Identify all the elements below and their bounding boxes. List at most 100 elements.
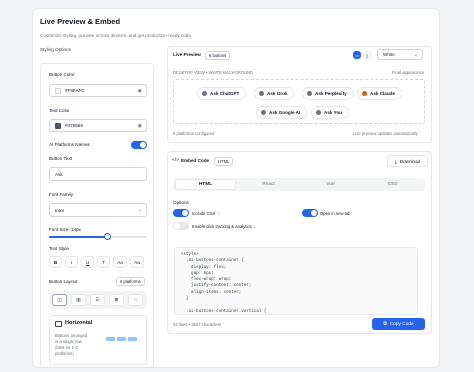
- button-layout-label: Button Layout: [49, 279, 78, 284]
- code-block[interactable]: <style> .ai-buttons-container { display:…: [174, 247, 418, 315]
- copy-code-label: Copy Code: [389, 321, 414, 327]
- page-subtitle: Customize styling, preview across device…: [40, 33, 193, 38]
- grid-icon[interactable]: ◫: [52, 294, 67, 306]
- ask-perplexity-label: Ask Perplexity: [315, 91, 347, 96]
- styling-section-title: Styling Options: [40, 47, 71, 52]
- grid-small-icon[interactable]: ⊞: [109, 294, 124, 306]
- open-new-tab-toggle[interactable]: [302, 209, 318, 217]
- view-label: DESKTOP VIEW • WHITE BACKGROUND: [173, 70, 254, 75]
- theme-select-value: White: [383, 52, 395, 57]
- button-color-value: #F8FAFC: [65, 88, 85, 93]
- embed-code-title: Embed Code: [181, 158, 210, 163]
- list-icon[interactable]: ☰: [90, 294, 105, 306]
- font-family-value: Inter: [55, 207, 65, 213]
- ask-google-ai-button[interactable]: Ask Google AI: [256, 106, 308, 119]
- layout-title: Horizontal: [65, 320, 93, 326]
- text-color-input[interactable]: #475569 ◉: [49, 119, 147, 132]
- ask-google-ai-label: Ask Google AI: [269, 110, 301, 115]
- chevron-down-icon: ⌄: [252, 224, 257, 229]
- info-icon: ⓘ: [216, 211, 221, 216]
- palette-icon[interactable]: ◉: [138, 123, 142, 129]
- font-size-slider-track[interactable]: [49, 233, 147, 240]
- copy-code-button[interactable]: ⧉ Copy Code: [372, 318, 425, 330]
- capitalize-button[interactable]: Aa: [130, 256, 144, 268]
- ask-claude-button[interactable]: Ask Claude: [357, 87, 403, 100]
- button-color-label: Button Color: [49, 72, 75, 77]
- text-style-label: Text Style: [49, 246, 69, 251]
- platforms-configured: 6 platforms configured: [173, 131, 215, 136]
- you-icon: [316, 110, 321, 115]
- ask-grok-label: Ask Grok: [267, 91, 288, 96]
- open-new-tab-label: Open in new tab: [320, 211, 351, 216]
- layout-platforms-badge: 6 platforms: [116, 277, 145, 286]
- page-title: Live Preview & Embed: [40, 17, 121, 26]
- include-css-toggle[interactable]: [173, 209, 189, 217]
- ask-perplexity-button[interactable]: Ask Perplexity: [302, 87, 354, 100]
- layout-horizontal-icon: [55, 321, 62, 327]
- font-size-slider-fill: [49, 236, 108, 238]
- italic-button[interactable]: I: [65, 256, 78, 268]
- code-brackets-icon: </>: [172, 158, 179, 163]
- embed-format-badge: HTML: [214, 157, 234, 166]
- layout-options: ◫ ▥ ☰ ⊞ ⁙: [49, 291, 147, 309]
- ask-chatgpt-button[interactable]: Ask ChatGPT: [197, 87, 247, 100]
- strikethrough-button[interactable]: T: [97, 256, 110, 268]
- button-text-label: Button Text: [49, 156, 72, 161]
- download-icon: ⤓: [394, 158, 397, 164]
- apps-icon[interactable]: ⁙: [128, 294, 143, 306]
- button-text-value: Ask: [55, 171, 63, 177]
- button-text-input[interactable]: Ask: [49, 167, 147, 181]
- font-family-select[interactable]: Inter ⌄: [49, 203, 147, 217]
- desktop-view-icon[interactable]: ▭: [353, 51, 361, 59]
- perplexity-icon: [307, 91, 312, 96]
- copy-icon: ⧉: [383, 322, 387, 327]
- layout-desc-line-4: platforms): [55, 351, 74, 356]
- button-color-input[interactable]: #F8FAFC ◉: [49, 84, 147, 97]
- ai-names-label: AI Platforms Names: [49, 142, 90, 147]
- text-color-label: Text Color: [49, 108, 70, 113]
- font-size-label: Font Size: 14px: [49, 227, 81, 232]
- chevron-down-icon: ⌄: [413, 51, 418, 58]
- tab-html[interactable]: HTML: [175, 182, 236, 187]
- layout-preview-bars: [106, 337, 137, 341]
- ask-you-button[interactable]: Ask You: [311, 106, 349, 119]
- auto-update-note: Live preview updates automatically: [353, 131, 418, 136]
- font-family-label: Font Family: [49, 192, 73, 197]
- layout-desc-line-1: Buttons arranged: [55, 333, 88, 338]
- view-right-label: Final appearance: [392, 70, 425, 75]
- underline-button[interactable]: U: [81, 256, 94, 268]
- tab-vue[interactable]: Vue: [300, 182, 361, 187]
- code-stats: 54 lines • 3827 characters: [173, 322, 222, 327]
- tracking-toggle[interactable]: [173, 222, 189, 230]
- grok-icon: [259, 91, 264, 96]
- include-css-label: Include CSS ⓘ: [192, 211, 221, 216]
- chatgpt-icon: [202, 91, 207, 96]
- options-label: Options: [173, 200, 189, 205]
- palette-icon[interactable]: ◉: [138, 88, 142, 94]
- text-style-buttons: B I U T Aa Aa: [49, 256, 144, 268]
- ask-grok-button[interactable]: Ask Grok: [254, 87, 295, 100]
- text-color-value: #475569: [65, 123, 83, 128]
- layout-desc-line-2: in a single row: [55, 339, 82, 344]
- download-button[interactable]: ⤓ Download: [387, 155, 428, 167]
- layout-desc-line-3: (best for 1-3: [55, 345, 78, 350]
- uppercase-button[interactable]: Aa: [113, 256, 127, 268]
- tracking-label: Enable click tracking & analytics ⌄: [192, 224, 257, 229]
- button-color-swatch: [55, 87, 61, 94]
- mobile-view-icon[interactable]: ▯: [363, 51, 371, 59]
- ai-names-toggle[interactable]: [131, 141, 147, 149]
- live-preview-title: Live Preview: [173, 52, 201, 57]
- text-color-swatch: [55, 122, 61, 129]
- columns-icon[interactable]: ▥: [71, 294, 86, 306]
- bold-button[interactable]: B: [49, 256, 62, 268]
- ask-claude-label: Ask Claude: [370, 91, 396, 96]
- theme-select[interactable]: White ⌄: [377, 49, 423, 60]
- ask-you-label: Ask You: [324, 110, 342, 115]
- ask-chatgpt-label: Ask ChatGPT: [210, 91, 240, 96]
- download-label: Download: [399, 158, 421, 164]
- buttons-count-badge: 6 buttons: [205, 51, 231, 60]
- google-ai-icon: [261, 110, 266, 115]
- tab-css[interactable]: CSS: [362, 182, 423, 187]
- tab-react[interactable]: React: [238, 182, 299, 187]
- claude-icon: [362, 91, 367, 96]
